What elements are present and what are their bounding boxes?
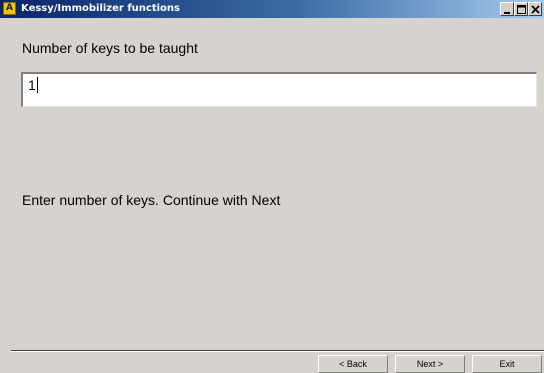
close-icon (531, 5, 540, 14)
text-caret (36, 77, 38, 93)
kessy-immobilizer-window: A Kessy/Immobilizer functions Number of (0, 0, 544, 373)
key-count-label: Number of keys to be taught (22, 40, 198, 56)
maximize-icon (517, 5, 526, 14)
next-button[interactable]: Next > (395, 355, 465, 373)
key-count-input-box[interactable] (21, 72, 537, 107)
window-title: Kessy/Immobilizer functions (21, 3, 180, 14)
exit-button[interactable]: Exit (472, 355, 542, 373)
key-count-value: 1 (28, 77, 36, 93)
minimize-icon (504, 12, 510, 14)
back-button[interactable]: < Back (318, 355, 388, 373)
maximize-button[interactable] (514, 2, 528, 16)
minimize-button[interactable] (500, 2, 514, 16)
key-count-input[interactable]: 1 (21, 72, 537, 107)
key-count-input-value: 1 (28, 77, 38, 93)
app-icon: A (3, 2, 16, 15)
instruction-text: Enter number of keys. Continue with Next (22, 192, 281, 208)
title-bar-buttons (500, 2, 542, 16)
close-button[interactable] (528, 2, 542, 16)
footer-divider (11, 350, 544, 352)
title-bar[interactable]: A Kessy/Immobilizer functions (0, 0, 544, 18)
